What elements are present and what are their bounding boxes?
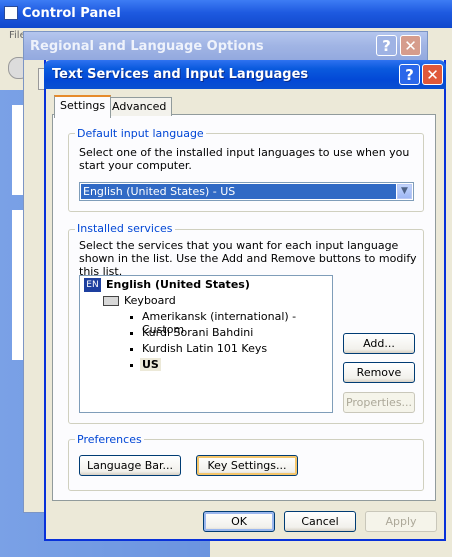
tree-item-service[interactable]: Kurdi Sorani Bahdini <box>142 326 253 339</box>
services-tree[interactable]: EN English (United States) Keyboard Amer… <box>79 275 333 413</box>
add-button[interactable]: Add... <box>343 333 415 354</box>
properties-button[interactable]: Properties... <box>343 392 415 413</box>
installed-services-group-label: Installed services <box>75 222 175 235</box>
help-button[interactable]: ? <box>399 64 420 85</box>
close-button[interactable]: ✕ <box>422 64 443 85</box>
default-input-group-label: Default input language <box>75 127 206 140</box>
control-panel-title: Control Panel <box>22 6 121 21</box>
dropdown-selected-value: English (United States) - US <box>81 184 396 199</box>
dialog-titlebar[interactable]: Text Services and Input Languages ? ✕ <box>44 60 446 89</box>
bullet-icon <box>130 332 133 335</box>
language-bar-button[interactable]: Language Bar... <box>79 455 181 476</box>
bullet-icon <box>130 316 133 319</box>
keyboard-icon <box>103 296 119 306</box>
apply-button[interactable]: Apply <box>365 511 437 532</box>
bullet-icon <box>130 348 133 351</box>
regional-options-title: Regional and Language Options <box>30 39 264 54</box>
installed-services-description: Select the services that you want for ea… <box>79 239 417 278</box>
default-input-description: Select one of the installed input langua… <box>79 146 410 172</box>
chevron-down-icon[interactable]: ▼ <box>397 184 412 199</box>
cancel-button[interactable]: Cancel <box>284 511 356 532</box>
tree-item-service[interactable]: Kurdish Latin 101 Keys <box>142 342 267 355</box>
remove-button[interactable]: Remove <box>343 362 415 383</box>
bullet-icon <box>130 364 133 367</box>
tree-item-keyboard[interactable]: Keyboard <box>124 294 176 307</box>
tab-advanced[interactable]: Advanced <box>106 97 173 116</box>
regional-options-titlebar[interactable]: Regional and Language Options ? ✕ <box>24 32 427 60</box>
tab-settings[interactable]: Settings <box>54 95 112 118</box>
close-button[interactable]: ✕ <box>400 35 421 56</box>
default-language-dropdown[interactable]: English (United States) - US ▼ <box>79 182 414 201</box>
preferences-group-label: Preferences <box>75 433 144 446</box>
control-panel-icon <box>4 6 18 20</box>
tree-item-service-selected[interactable]: US <box>140 358 161 371</box>
tree-item-language[interactable]: English (United States) <box>106 278 250 291</box>
dialog-title: Text Services and Input Languages <box>52 67 309 82</box>
help-button[interactable]: ? <box>376 35 397 56</box>
language-badge: EN <box>84 278 101 292</box>
ok-button[interactable]: OK <box>203 511 275 532</box>
control-panel-titlebar[interactable]: Control Panel <box>0 0 452 28</box>
key-settings-button[interactable]: Key Settings... <box>196 455 298 476</box>
